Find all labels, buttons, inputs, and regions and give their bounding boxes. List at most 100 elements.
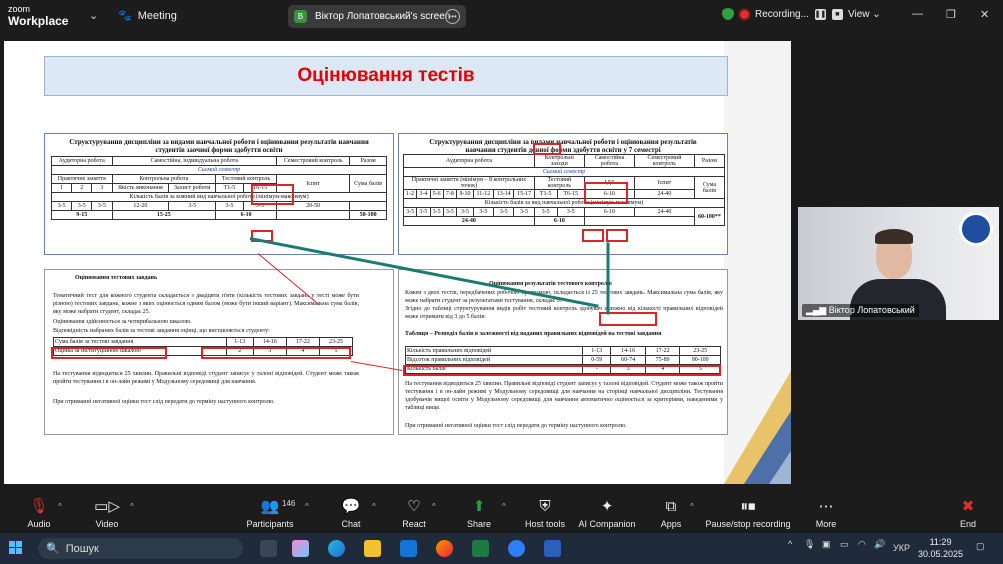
meeting-menu[interactable]: 🐾 Meeting (118, 9, 177, 23)
camera-icon: ▭▷ (94, 498, 120, 515)
chevron-up-icon[interactable]: ^ (372, 502, 376, 511)
chevron-up-icon[interactable]: ^ (58, 502, 62, 511)
university-logo (959, 212, 993, 246)
host-tools-button[interactable]: ⛨ Host tools (522, 484, 568, 533)
volume-icon[interactable]: 🔊 (874, 539, 885, 550)
bl-cell: 17-22 (285, 337, 320, 347)
tray-overflow-icon[interactable]: ^ (788, 539, 792, 549)
chevron-up-icon[interactable]: ^ (690, 502, 694, 511)
br-cell: 0-59 (582, 355, 612, 365)
br-paragraph-1: Кожен з двох тестів, передбачених робочо… (405, 290, 723, 304)
left-sub-test: Тестовий контроль (215, 174, 278, 184)
signal-icon: ▂▄▆ (806, 305, 827, 315)
pause-stop-label: Pause/stop recording (705, 519, 791, 529)
windows-start-icon[interactable] (9, 541, 23, 555)
audio-button[interactable]: 🎙 Audio (24, 484, 54, 533)
ai-companion-button[interactable]: ✦ AI Companion (578, 484, 636, 533)
br-cell: 60-74 (610, 355, 646, 365)
shared-screen-title: Віктор Лопатовський's screen (315, 11, 451, 22)
stop-recording-icon[interactable]: ■ (831, 8, 843, 20)
view-menu[interactable]: View ⌄ (848, 9, 881, 20)
right-total: 24-40 (403, 216, 535, 226)
slide-title: Оцінювання тестів (297, 65, 475, 86)
taskbar-search[interactable]: 🔍 Пошук (38, 538, 243, 559)
participants-button[interactable]: 👥 Participants (245, 484, 295, 533)
right-total: 6-10 (533, 216, 585, 226)
left-test-evaluation-doc: Оцінювання тестових завдань Тематичний т… (44, 269, 394, 435)
apps-button[interactable]: ⧉ Apps (658, 484, 684, 533)
more-button[interactable]: ⋯ More (814, 484, 838, 533)
minimize-icon[interactable]: — (912, 8, 923, 20)
left-val: 3-5 (168, 201, 217, 211)
clock-time: 11:29 (929, 537, 952, 547)
left-num: 1 (50, 183, 73, 193)
edge-icon[interactable] (328, 540, 345, 557)
task-view-icon[interactable] (260, 540, 277, 557)
chevron-up-icon[interactable]: ^ (502, 502, 506, 511)
file-explorer-icon[interactable] (364, 540, 381, 557)
pause-recording-icon[interactable]: ❚❚ (815, 8, 826, 20)
zoom-logo-bottom: Workplace (8, 14, 69, 28)
record-dot-icon (740, 9, 749, 19)
shield-icon: ⛨ (539, 498, 551, 515)
react-button[interactable]: ♡ React (400, 484, 428, 533)
zoom-icon[interactable] (508, 540, 525, 557)
chat-button[interactable]: 💬 Chat (338, 484, 364, 533)
react-label: React (402, 519, 426, 529)
tray-mic-icon[interactable]: 🎙 (804, 539, 815, 550)
br-cell: 90-100 (679, 355, 721, 365)
shared-screen-pill[interactable]: В Віктор Лопатовський's screen ••• (288, 5, 466, 28)
mic-muted-icon: 🎙 (29, 498, 49, 515)
copilot-icon[interactable] (292, 540, 309, 557)
presenter-avatar: В (294, 10, 307, 23)
right-num: 24-40 (634, 189, 695, 199)
tray-app-icon[interactable]: ▣ (822, 539, 831, 550)
br-paragraph-2: Згідно до таблиці структурування видів р… (405, 306, 723, 320)
left-val: 3-5 (91, 201, 113, 211)
chevron-up-icon[interactable]: ^ (432, 502, 436, 511)
right-table-title: Структурування дисципліни за видами навч… (429, 138, 697, 154)
video-button[interactable]: ▭▷ Video (92, 484, 122, 533)
taskbar-clock[interactable]: 11:29 30.05.2025 (918, 536, 963, 560)
left-sub-sum: Сума балів (349, 174, 387, 193)
word-icon[interactable] (544, 540, 561, 557)
end-button[interactable]: ✖ End (956, 484, 980, 533)
right-total: 24-40 (634, 207, 695, 217)
right-sub-exam: Іспит (634, 176, 695, 190)
more-options-icon[interactable]: ••• (445, 9, 460, 24)
restore-icon[interactable]: ❐ (946, 8, 956, 21)
outlook-icon[interactable] (400, 540, 417, 557)
right-val: 3-5 (513, 207, 535, 217)
firefox-icon[interactable] (436, 540, 453, 557)
br-paragraph-3: На тестування відводиться 25 хвилин. Пра… (405, 381, 723, 411)
participant-video[interactable]: ▂▄▆ Віктор Лопатовський (798, 207, 999, 320)
share-button[interactable]: ⬆ Share (464, 484, 494, 533)
wifi-icon[interactable]: ◠ (858, 539, 866, 550)
language-indicator[interactable]: УКР (893, 543, 910, 553)
close-icon[interactable]: ✕ (980, 8, 989, 21)
recording-indicator: Recording... ❚❚ ■ (722, 8, 843, 20)
left-h-total: Разом (349, 156, 387, 166)
left-val: 3-5 (71, 201, 93, 211)
notifications-icon[interactable]: ▢ (976, 541, 985, 552)
right-day-form-highlight (533, 143, 561, 155)
br-cell: 1-13 (582, 346, 612, 356)
excel-icon[interactable] (472, 540, 489, 557)
right-val: 3-5 (472, 207, 495, 217)
left-semester: Сьомий семестр (51, 165, 387, 175)
apps-icon: ⧉ (665, 498, 677, 515)
left-h-sem: Семестровий контроль (276, 156, 351, 166)
pause-stop-recording-button[interactable]: ⏸⏹ Pause/stop recording (705, 484, 791, 533)
shared-screen: Оцінювання тестів Структурування дисципл… (4, 41, 791, 484)
left-sub-kontr: Контрольна робота (111, 174, 217, 184)
chevron-up-icon[interactable]: ^ (305, 502, 309, 511)
clock-date: 30.05.2025 (918, 549, 964, 559)
chevron-down-icon[interactable]: ⌄ (89, 9, 98, 22)
battery-icon[interactable]: ▭ (840, 539, 849, 550)
left-total: 6-10 (215, 210, 278, 220)
chevron-up-icon[interactable]: ^ (130, 502, 134, 511)
end-label: End (959, 519, 976, 529)
right-val: 3-5 (492, 207, 515, 217)
right-val: 3-5 (442, 207, 458, 217)
participants-icon: 👥 (260, 498, 280, 515)
